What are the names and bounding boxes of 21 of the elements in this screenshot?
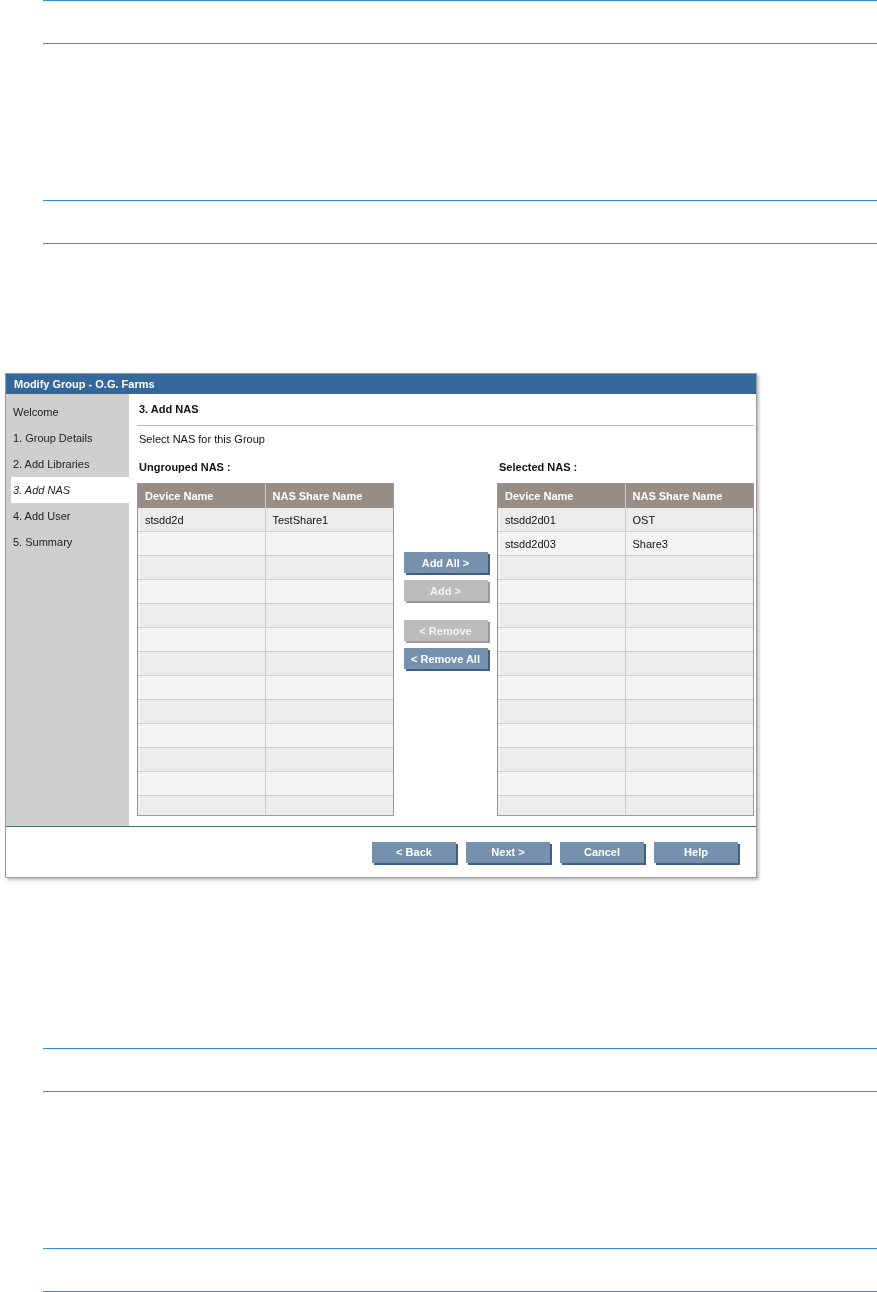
- sidebar-item[interactable]: 5. Summary: [6, 529, 129, 555]
- column-header: NAS Share Name: [265, 484, 393, 508]
- column-header: Device Name: [138, 484, 266, 508]
- table-cell[interactable]: stsdd2d: [138, 508, 266, 532]
- table-cell[interactable]: Share3: [625, 532, 753, 556]
- column-header: Device Name: [498, 484, 626, 508]
- list-label: Ungrouped NAS :: [139, 461, 232, 475]
- sidebar-item[interactable]: 3. Add NAS: [11, 477, 129, 503]
- table-cell[interactable]: stsdd2d01: [498, 508, 626, 532]
- table-cell[interactable]: stsdd2d03: [498, 532, 626, 556]
- column-header: NAS Share Name: [625, 484, 753, 508]
- table-cell[interactable]: TestShare1: [265, 508, 393, 532]
- instruction-text: Select NAS for this Group: [139, 433, 266, 447]
- list-label: Selected NAS :: [499, 461, 579, 475]
- sidebar-item[interactable]: 4. Add User: [6, 503, 129, 529]
- table-cell[interactable]: OST: [625, 508, 753, 532]
- sidebar-item[interactable]: 2. Add Libraries: [6, 451, 129, 477]
- section-title: 3. Add NAS: [137, 394, 754, 426]
- window-title: Modify Group - O.G. Farms: [6, 374, 756, 394]
- sidebar-item[interactable]: 1. Group Details: [6, 425, 129, 451]
- sidebar-item[interactable]: Welcome: [6, 399, 129, 425]
